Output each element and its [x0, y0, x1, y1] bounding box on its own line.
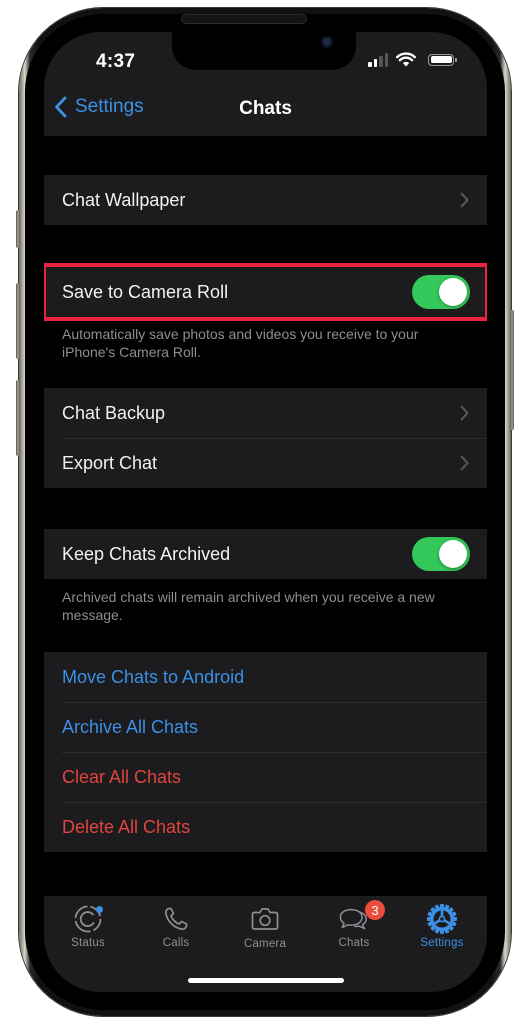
- gear-icon: [426, 904, 458, 934]
- row-label: Chat Backup: [62, 402, 166, 423]
- power-button: [510, 310, 514, 430]
- archive-all-chats-button[interactable]: Archive All Chats: [44, 702, 487, 752]
- tab-bar: Status Calls Camera 3 Chats Settings: [44, 896, 487, 992]
- tab-chats[interactable]: 3 Chats: [310, 900, 398, 949]
- phone-icon: [160, 904, 192, 934]
- status-icons: [368, 52, 457, 67]
- toggle-knob: [439, 278, 467, 306]
- toggle-knob: [439, 540, 467, 568]
- row-label: Chat Wallpaper: [62, 189, 186, 210]
- chat-wallpaper-row[interactable]: Chat Wallpaper: [44, 175, 487, 225]
- volume-up-button: [16, 283, 20, 359]
- status-unread-dot: [96, 906, 103, 913]
- earpiece-speaker: [181, 14, 307, 24]
- camera-roll-group: Save to Camera Roll: [44, 267, 487, 317]
- chevron-right-icon: [460, 192, 469, 208]
- battery-level: [430, 56, 452, 63]
- action-button: [16, 210, 20, 248]
- keep-chats-archived-toggle[interactable]: [412, 537, 470, 571]
- screen: 4:37 Settings Chats Chat Wallpaper Save …: [44, 32, 487, 992]
- tab-label: Status: [71, 937, 105, 949]
- status-time: 4:37: [96, 51, 136, 72]
- save-to-camera-roll-toggle[interactable]: [412, 275, 470, 309]
- chevron-right-icon: [460, 455, 469, 471]
- save-to-camera-roll-row: Save to Camera Roll: [44, 267, 487, 317]
- tab-settings[interactable]: Settings: [398, 904, 486, 949]
- move-chats-to-android-button[interactable]: Move Chats to Android: [44, 652, 487, 702]
- export-chat-row[interactable]: Export Chat: [44, 438, 487, 488]
- notch: [172, 32, 356, 70]
- row-label: Keep Chats Archived: [62, 543, 231, 564]
- page-title: Chats: [239, 98, 292, 119]
- keep-chats-archived-row: Keep Chats Archived: [44, 529, 487, 579]
- clear-all-chats-button[interactable]: Clear All Chats: [44, 752, 487, 802]
- tab-calls[interactable]: Calls: [132, 904, 220, 949]
- chevron-right-icon: [460, 405, 469, 421]
- delete-all-chats-button[interactable]: Delete All Chats: [44, 802, 487, 852]
- status-icon: [72, 904, 104, 934]
- wifi-icon: [396, 52, 416, 67]
- wallpaper-group: Chat Wallpaper: [44, 175, 487, 225]
- tab-status[interactable]: Status: [44, 904, 132, 949]
- battery-icon: [428, 53, 457, 66]
- archived-footnote: Archived chats will remain archived when…: [62, 589, 435, 623]
- volume-down-button: [16, 380, 20, 456]
- chat-backup-row[interactable]: Chat Backup: [44, 388, 487, 438]
- row-label: Export Chat: [62, 452, 158, 473]
- home-indicator[interactable]: [188, 978, 344, 983]
- tab-camera[interactable]: Camera: [221, 904, 309, 950]
- unread-badge: 3: [365, 900, 385, 920]
- chat-bubbles-icon: 3: [338, 900, 385, 934]
- tab-label: Chats: [338, 937, 370, 949]
- tab-label: Settings: [420, 937, 464, 949]
- actions-group: Move Chats to Android Archive All Chats …: [44, 652, 487, 852]
- front-camera: [321, 36, 333, 48]
- backup-group: Chat Backup Export Chat: [44, 388, 487, 488]
- tab-label: Calls: [162, 937, 190, 949]
- archived-group: Keep Chats Archived: [44, 529, 487, 579]
- camera-icon: [249, 904, 281, 934]
- cellular-signal-icon: [368, 52, 388, 67]
- tab-label: Camera: [243, 938, 287, 950]
- row-label: Save to Camera Roll: [62, 281, 229, 302]
- camera-roll-footnote: Automatically save photos and videos you…: [62, 326, 419, 360]
